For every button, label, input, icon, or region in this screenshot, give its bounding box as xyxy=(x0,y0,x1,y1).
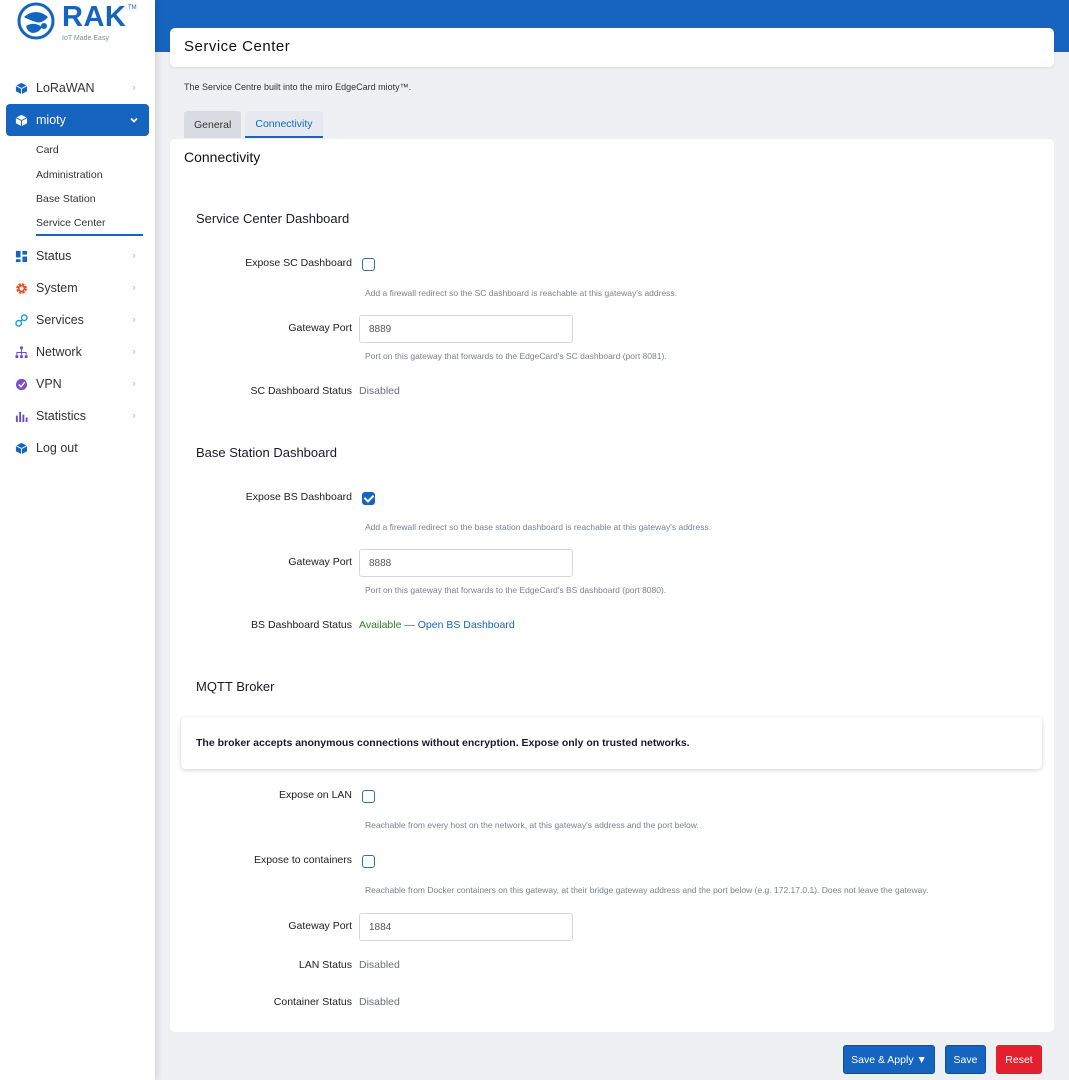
chevron-right-icon: › xyxy=(132,250,136,262)
field-hint: Add a firewall redirect so the base stat… xyxy=(365,522,712,532)
field-label: Expose BS Dashboard xyxy=(245,491,352,503)
brand-tm: TM xyxy=(128,5,137,11)
section-title-sc-dashboard: Service Center Dashboard xyxy=(196,211,350,226)
sc-gateway-port-input[interactable] xyxy=(359,315,573,343)
field-label: Gateway Port xyxy=(288,322,352,334)
nav-item-status[interactable]: Status › xyxy=(6,240,149,272)
page-title: Service Center xyxy=(184,38,291,55)
field-label: Expose SC Dashboard xyxy=(245,257,352,269)
brand-name: RAK xyxy=(62,1,127,33)
dashboard-icon xyxy=(15,250,28,262)
chevron-right-icon: › xyxy=(132,378,136,390)
reset-button[interactable]: Reset xyxy=(996,1045,1042,1074)
mqtt-warning-alert: The broker accepts anonymous connections… xyxy=(181,717,1042,769)
nav-label: Network xyxy=(36,345,82,359)
mioty-subnav: Card Administration Base Station Service… xyxy=(6,136,149,240)
tab-general[interactable]: General xyxy=(184,111,242,138)
bar-chart-icon xyxy=(15,411,28,422)
chevron-right-icon: › xyxy=(132,314,136,326)
nav-item-log-out[interactable]: Log out xyxy=(6,432,149,464)
nav-item-lorawan[interactable]: LoRaWAN › xyxy=(6,72,149,104)
nav-label: Status xyxy=(36,249,72,263)
panel-title: Connectivity xyxy=(184,149,261,165)
field-hint: Reachable from Docker containers on this… xyxy=(365,885,929,895)
nav-item-mioty[interactable]: mioty xyxy=(6,104,149,136)
connectivity-panel: Connectivity Service Center Dashboard Ex… xyxy=(170,139,1054,1032)
services-icon xyxy=(15,313,28,327)
nav-label: LoRaWAN xyxy=(36,81,95,95)
field-label: BS Dashboard Status xyxy=(251,619,352,631)
nav-label: VPN xyxy=(36,377,62,391)
section-title-bs-dashboard: Base Station Dashboard xyxy=(196,445,337,460)
container-status: Disabled xyxy=(359,996,400,1008)
nav-item-services[interactable]: Services › xyxy=(6,304,149,336)
field-hint: Port on this gateway that forwards to th… xyxy=(365,585,667,595)
rak-logo[interactable]: RAK TM IoT Made Easy xyxy=(17,1,147,46)
nav-item-statistics[interactable]: Statistics › xyxy=(6,400,149,432)
nav-label: System xyxy=(36,281,78,295)
mqtt-gateway-port-input[interactable] xyxy=(359,913,573,941)
field-label: Container Status xyxy=(273,996,352,1008)
cube-icon xyxy=(15,114,28,126)
expose-on-lan-checkbox[interactable] xyxy=(362,790,375,803)
field-hint: Add a firewall redirect so the SC dashbo… xyxy=(365,288,678,298)
page-description: The Service Centre built into the miro E… xyxy=(184,82,412,92)
page-header: Service Center xyxy=(170,28,1054,67)
nav-item-vpn[interactable]: VPN › xyxy=(6,368,149,400)
subnav-item-service-center[interactable]: Service Center xyxy=(36,212,143,236)
nav-label: Log out xyxy=(36,441,78,455)
chevron-down-icon xyxy=(130,117,138,123)
field-label: Gateway Port xyxy=(288,920,352,932)
nav-label: Services xyxy=(36,313,84,327)
sc-dashboard-status: Disabled xyxy=(359,385,400,397)
nav-label: Statistics xyxy=(36,409,87,423)
status-separator: — xyxy=(404,619,415,631)
open-bs-dashboard-link[interactable]: Open BS Dashboard xyxy=(418,619,515,631)
subnav-item-administration[interactable]: Administration xyxy=(36,163,149,188)
expose-sc-dashboard-checkbox[interactable] xyxy=(362,258,375,271)
expose-bs-dashboard-checkbox[interactable] xyxy=(362,492,375,505)
save-button[interactable]: Save xyxy=(945,1045,986,1074)
tab-connectivity[interactable]: Connectivity xyxy=(245,111,323,138)
sidebar: RAK TM IoT Made Easy LoRaWAN › mioty Car… xyxy=(0,0,155,1080)
subnav-item-base-station[interactable]: Base Station xyxy=(36,187,149,212)
subnav-item-card[interactable]: Card xyxy=(36,138,149,163)
nav-item-system[interactable]: System › xyxy=(6,272,149,304)
expose-to-containers-checkbox[interactable] xyxy=(362,855,375,868)
field-label: LAN Status xyxy=(298,959,352,971)
bs-gateway-port-input[interactable] xyxy=(359,549,573,577)
tab-bar: General Connectivity xyxy=(184,111,327,138)
nav-item-network[interactable]: Network › xyxy=(6,336,149,368)
shield-icon xyxy=(15,378,28,390)
bs-dashboard-status: Available — Open BS Dashboard xyxy=(359,619,515,631)
rak-globe-logo-icon xyxy=(17,2,55,40)
cube-icon xyxy=(15,82,28,94)
lan-status: Disabled xyxy=(359,959,400,971)
field-label: SC Dashboard Status xyxy=(250,385,352,397)
field-hint: Port on this gateway that forwards to th… xyxy=(365,351,667,361)
field-label: Expose to containers xyxy=(253,854,352,866)
brand-tagline: IoT Made Easy xyxy=(62,35,109,42)
chevron-right-icon: › xyxy=(132,346,136,358)
save-and-apply-button[interactable]: Save & Apply ▼ xyxy=(843,1045,935,1074)
field-label: Expose on LAN xyxy=(279,789,352,801)
cube-icon xyxy=(15,442,28,454)
nav-label: mioty xyxy=(36,113,66,127)
field-label: Gateway Port xyxy=(288,556,352,568)
gear-icon xyxy=(16,282,27,294)
chevron-right-icon: › xyxy=(132,82,136,94)
sidebar-nav: LoRaWAN › mioty Card Administration Base… xyxy=(6,72,149,464)
warning-text: The broker accepts anonymous connections… xyxy=(196,737,690,749)
network-icon xyxy=(15,345,28,358)
field-hint: Reachable from every host on the network… xyxy=(365,820,699,830)
status-available: Available xyxy=(359,619,402,631)
chevron-right-icon: › xyxy=(132,410,136,422)
chevron-right-icon: › xyxy=(132,282,136,294)
section-title-mqtt-broker: MQTT Broker xyxy=(196,679,275,694)
